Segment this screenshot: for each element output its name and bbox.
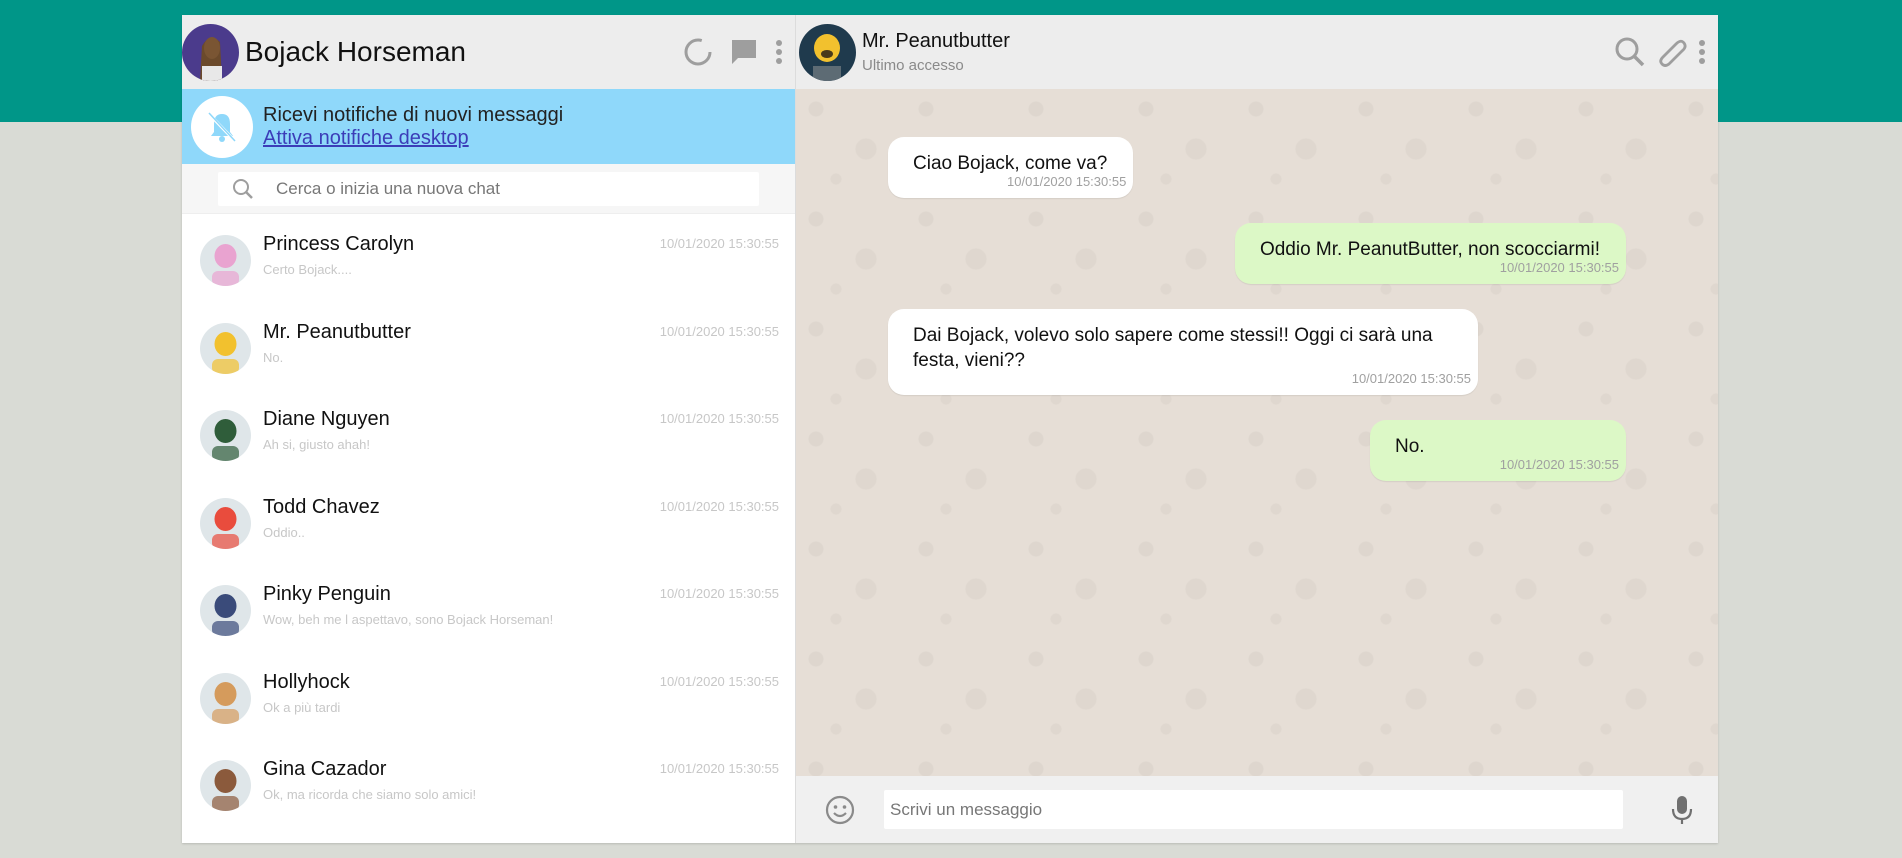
emoji-icon[interactable] (824, 794, 856, 826)
chat-avatar (200, 322, 251, 374)
chat-list-item[interactable]: Princess Carolyn Certo Bojack.... 10/01/20… (182, 214, 795, 302)
chat-list-item[interactable]: Gina Cazador Ok, ma ricorda che siamo sol… (182, 739, 795, 827)
sidebar: Bojack Horseman Ricevi notifiche di nuov… (182, 15, 796, 843)
notification-title: Ricevi notifiche di nuovi messaggi (263, 103, 564, 126)
chat-list-item[interactable]: Diane Nguyen Ah si, giusto ahah! 10/01/202… (182, 389, 795, 477)
message-time: 10/01/2020 15:30:55 (1499, 457, 1619, 472)
message-text: Dai Bojack, volevo solo sapere come stes… (913, 325, 1433, 371)
search-icon[interactable] (1614, 36, 1646, 68)
chat-last-message: Ah si, giusto ahah! (263, 437, 370, 452)
message-time: 10/01/2020 15:30:55 (1499, 260, 1619, 275)
chat-time: 10/01/2020 15:30:55 (659, 498, 779, 514)
chat-time: 10/01/2020 15:30:55 (659, 673, 779, 689)
chat-avatar (200, 410, 251, 461)
chat-last-message: No. (263, 349, 284, 365)
chat-time: 10/01/2020 15:30:55 (659, 323, 779, 339)
chat-last-message: Ok a più tardi (263, 699, 341, 715)
my-avatar[interactable] (182, 23, 239, 81)
outgoing-message[interactable]: No. 10/01/2020 15:30:55 (1370, 420, 1626, 481)
status-icon[interactable] (683, 37, 713, 67)
sidebar-header: Bojack Horseman (182, 15, 795, 89)
chat-last-message: Oddio.. (263, 524, 305, 540)
conversation-panel: Mr. Peanutbutter Ultimo accesso Ciao Boj… (796, 15, 1718, 843)
search-icon (232, 178, 254, 200)
message-time: 10/01/2020 15:30:55 (1351, 371, 1471, 386)
chat-list-item[interactable]: Mr. Peanutbutter No. 10/01/2020 15:30:55 (182, 302, 795, 390)
incoming-message[interactable]: Dai Bojack, volevo solo sapere come stes… (888, 309, 1478, 395)
attach-icon[interactable] (1656, 36, 1688, 68)
chat-last-message: Ok, ma ricorda che siamo solo amici! (263, 787, 477, 802)
chat-list-item[interactable]: Hollyhock Ok a più tardi 10/01/2020 15:30:… (182, 652, 795, 740)
app-window: Bojack Horseman Ricevi notifiche di nuov… (182, 15, 1718, 843)
composer (796, 776, 1718, 843)
chat-list: Princess Carolyn Certo Bojack.... 10/01/20… (182, 214, 795, 843)
conversation-header: Mr. Peanutbutter Ultimo accesso (796, 15, 1718, 89)
search-input[interactable] (276, 178, 698, 199)
outgoing-message[interactable]: Oddio Mr. PeanutButter, non scocciarmi! 1… (1234, 223, 1626, 284)
message-time: 10/01/2020 15:30:55 (1007, 174, 1127, 189)
menu-icon[interactable] (1698, 39, 1706, 65)
search-bar (182, 164, 795, 214)
chat-last-message: Certo Bojack.... (263, 262, 352, 277)
chat-list-item[interactable]: Pinky Penguin Wow, beh me l aspettavo, so… (182, 564, 795, 652)
chat-last-message: Wow, beh me l aspettavo, sono Bojack Hor… (263, 612, 554, 627)
chat-avatar (200, 585, 251, 636)
message-text: No. (1395, 436, 1425, 457)
mic-icon[interactable] (1671, 794, 1693, 826)
chat-list-item[interactable]: Todd Chavez Oddio.. 10/01/2020 15:30:55 (182, 477, 795, 565)
chat-avatar (200, 760, 251, 811)
contact-avatar[interactable] (799, 23, 856, 81)
contact-status: Ultimo accesso (862, 57, 964, 74)
chat-time: 10/01/2020 15:30:55 (659, 761, 779, 776)
chat-time: 10/01/2020 15:30:55 (659, 411, 779, 426)
new-chat-icon[interactable] (729, 37, 759, 67)
my-name: Bojack Horseman (245, 36, 466, 67)
incoming-message[interactable]: Ciao Bojack, come va? 10/01/2020 15:30:55 (888, 137, 1134, 198)
contact-name: Mr. Peanutbutter (862, 30, 1010, 52)
chat-avatar (200, 497, 251, 549)
message-input[interactable] (884, 790, 1623, 829)
chat-time: 10/01/2020 15:30:55 (659, 586, 779, 601)
bell-off-icon (191, 95, 253, 158)
search-box (218, 171, 759, 206)
chat-time: 10/01/2020 15:30:55 (659, 236, 779, 251)
enable-notifications-link[interactable]: Attiva notifiche desktop (263, 127, 563, 150)
chat-avatar (200, 672, 251, 724)
chat-avatar (200, 235, 251, 286)
notification-banner: Ricevi notifiche di nuovi messaggi Attiv… (182, 89, 795, 164)
menu-icon[interactable] (775, 39, 783, 65)
message-area[interactable]: Ciao Bojack, come va? 10/01/2020 15:30:55… (796, 89, 1718, 776)
